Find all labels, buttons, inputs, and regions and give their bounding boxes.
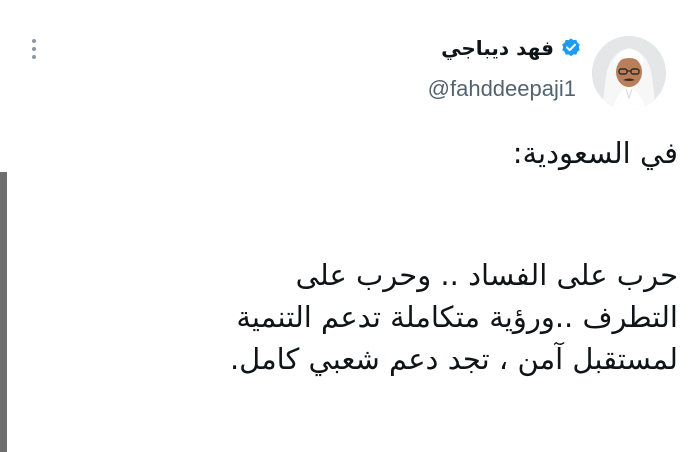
tweet-screenshot: فهد ديباجي @fahddeepaji1 في السعودية: حر… — [0, 0, 700, 452]
verified-badge-icon — [562, 38, 580, 57]
profile-photo — [592, 36, 666, 110]
more-vertical-icon — [32, 39, 36, 43]
author-display-name[interactable]: فهد ديباجي — [441, 36, 554, 60]
author-handle[interactable]: @fahddeepaji1 — [428, 76, 576, 102]
tweet-line: التطرف ..ورؤية متكاملة تدعم التنمية — [236, 300, 678, 334]
tweet-line: في السعودية: — [512, 136, 678, 170]
author-name-row[interactable]: فهد ديباجي — [441, 36, 582, 60]
more-options-button[interactable] — [20, 34, 48, 64]
tweet-text: في السعودية: حرب على الفساد .. وحرب على … — [18, 132, 678, 380]
left-edge-bar — [0, 172, 7, 452]
tweet-line: حرب على الفساد .. وحرب على — [295, 258, 678, 292]
avatar[interactable] — [592, 36, 666, 110]
tweet-line: لمستقبل آمن ، تجد دعم شعبي كامل. — [229, 342, 678, 376]
